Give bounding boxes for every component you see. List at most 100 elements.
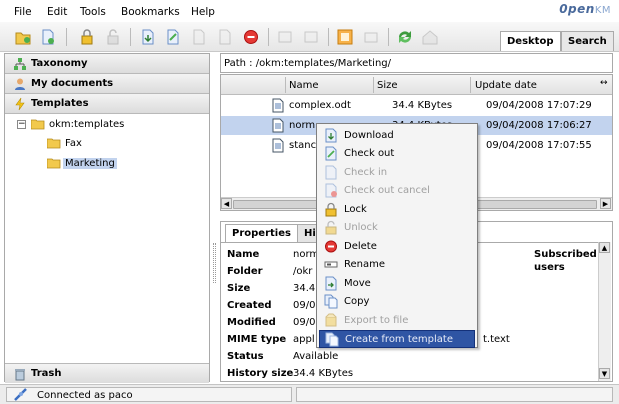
remove-property-group-icon[interactable]: [302, 28, 320, 46]
menu-file[interactable]: File: [14, 6, 32, 18]
lock-icon[interactable]: [78, 28, 96, 46]
openkm-logo: 0penKM: [559, 2, 611, 16]
mail-icon[interactable]: [362, 28, 380, 46]
file-name: norm: [289, 120, 316, 131]
workflow-icon[interactable]: [336, 28, 354, 46]
tree-collapse-toggle[interactable]: −: [17, 120, 26, 129]
menu-item-download[interactable]: Download: [319, 127, 475, 145]
menu-item-check-in[interactable]: Check in: [319, 164, 475, 182]
my-documents-label: My documents: [31, 78, 114, 89]
tab-desktop[interactable]: Desktop: [500, 31, 561, 51]
subscribed-users-header: Subscribed users: [534, 249, 597, 273]
resize-columns-icon[interactable]: ↔: [600, 78, 608, 88]
refresh-icon[interactable]: [396, 28, 414, 46]
prop-status-value: Available: [293, 351, 339, 362]
menu-bookmarks[interactable]: Bookmarks: [121, 6, 180, 18]
menu-item-create-from-template[interactable]: Create from template: [319, 330, 475, 348]
stack-taxonomy[interactable]: Taxonomy: [5, 54, 209, 74]
home-icon[interactable]: [421, 28, 439, 46]
menu-item-copy[interactable]: Copy: [319, 293, 475, 311]
tab-properties[interactable]: Properties: [225, 224, 298, 242]
prop-mime-value: appl: [293, 334, 315, 345]
document-icon: [272, 138, 284, 153]
download-icon[interactable]: [139, 28, 157, 46]
menu-item-label: Check in: [344, 167, 388, 178]
status-text: Connected as paco: [37, 390, 133, 401]
unlock-icon[interactable]: [104, 28, 122, 46]
checkin-icon[interactable]: [190, 28, 208, 46]
navigator-panel: Taxonomy My documents Templates − okm:te…: [4, 53, 210, 383]
scroll-right-icon[interactable]: ▶: [600, 198, 611, 209]
rename-icon: [324, 261, 338, 268]
menu-tools[interactable]: Tools: [80, 6, 106, 18]
menu-bar: File Edit Tools Bookmarks Help 0penKM: [0, 0, 619, 22]
menu-item-rename[interactable]: Rename: [319, 256, 475, 274]
column-size[interactable]: Size: [377, 80, 398, 91]
export-icon: [325, 313, 337, 327]
file-name: stanc: [289, 140, 317, 151]
stack-trash[interactable]: Trash: [5, 363, 209, 383]
menu-item-label: Export to file: [344, 315, 409, 326]
column-update-date[interactable]: Update date: [475, 80, 537, 91]
menu-item-check-out-cancel[interactable]: Check out cancel: [319, 182, 475, 200]
toolbar: Desktop Search: [0, 22, 619, 52]
stack-my-documents[interactable]: My documents: [5, 74, 209, 94]
tree-node-root[interactable]: okm:templates: [49, 119, 124, 130]
folder-open-icon: [31, 119, 45, 130]
tree-node-fax[interactable]: Fax: [65, 138, 82, 149]
lock-icon: [325, 202, 337, 217]
menu-item-delete[interactable]: Delete: [319, 238, 475, 256]
scroll-left-icon[interactable]: ◀: [221, 198, 232, 209]
trash-icon: [15, 369, 25, 381]
menu-item-label: Download: [344, 130, 394, 141]
connection-icon: [14, 388, 27, 401]
menu-item-label: Create from template: [345, 334, 453, 345]
folder-open-icon: [47, 158, 61, 169]
template-document-icon: [325, 332, 339, 347]
menu-item-check-out[interactable]: Check out: [319, 145, 475, 163]
tree-node-marketing[interactable]: Marketing: [63, 158, 117, 169]
document-icon: [272, 118, 284, 133]
prop-size-value: 34.4: [293, 283, 316, 294]
prop-folder-label: Folder: [227, 266, 263, 277]
file-date: 09/04/2008 17:07:29: [486, 100, 592, 111]
delete-icon: [325, 240, 337, 253]
column-name[interactable]: Name: [289, 80, 319, 91]
checkout-icon[interactable]: [164, 28, 182, 46]
path-bar: Path : /okm:templates/Marketing/: [220, 53, 613, 73]
add-property-group-icon[interactable]: [276, 28, 294, 46]
prop-created-label: Created: [227, 300, 272, 311]
copy-icon: [324, 294, 338, 309]
vertical-splitter[interactable]: [211, 53, 219, 382]
prop-name-label: Name: [227, 249, 260, 260]
menu-item-label: Delete: [344, 241, 377, 252]
prop-history-size-value: 34.4 KBytes: [293, 368, 354, 379]
table-row[interactable]: complex.odt 34.4 KBytes 09/04/2008 17:07…: [221, 96, 612, 115]
menu-item-unlock[interactable]: Unlock: [319, 219, 475, 237]
templates-icon: [15, 97, 25, 111]
menu-help[interactable]: Help: [191, 6, 215, 18]
tab-search[interactable]: Search: [561, 31, 614, 51]
cancel-checkout-icon[interactable]: [216, 28, 234, 46]
prop-created-value: 09/0: [293, 300, 316, 311]
create-folder-icon[interactable]: [14, 28, 32, 46]
menu-item-label: Unlock: [344, 222, 378, 233]
menu-edit[interactable]: Edit: [47, 6, 67, 18]
delete-icon[interactable]: [242, 28, 260, 46]
menu-item-export-to-file[interactable]: Export to file: [319, 312, 475, 330]
scroll-up-icon[interactable]: ▲: [599, 242, 610, 253]
prop-size-label: Size: [227, 283, 251, 294]
download-icon: [325, 128, 337, 143]
add-document-icon[interactable]: [39, 28, 57, 46]
taxonomy-icon: [14, 58, 26, 70]
prop-folder-value: /okr: [293, 266, 313, 277]
stack-templates[interactable]: Templates: [5, 94, 209, 114]
file-list-header: Name Size Update date ↔: [221, 75, 612, 95]
scroll-down-icon[interactable]: ▼: [599, 368, 610, 379]
status-connection: Connected as paco: [6, 387, 292, 402]
context-menu: Download Check out Check in Check out ca…: [316, 123, 478, 348]
vertical-scrollbar[interactable]: ▲ ▼: [598, 242, 611, 381]
trash-label: Trash: [31, 368, 62, 379]
menu-item-move[interactable]: Move: [319, 275, 475, 293]
menu-item-lock[interactable]: Lock: [319, 201, 475, 219]
